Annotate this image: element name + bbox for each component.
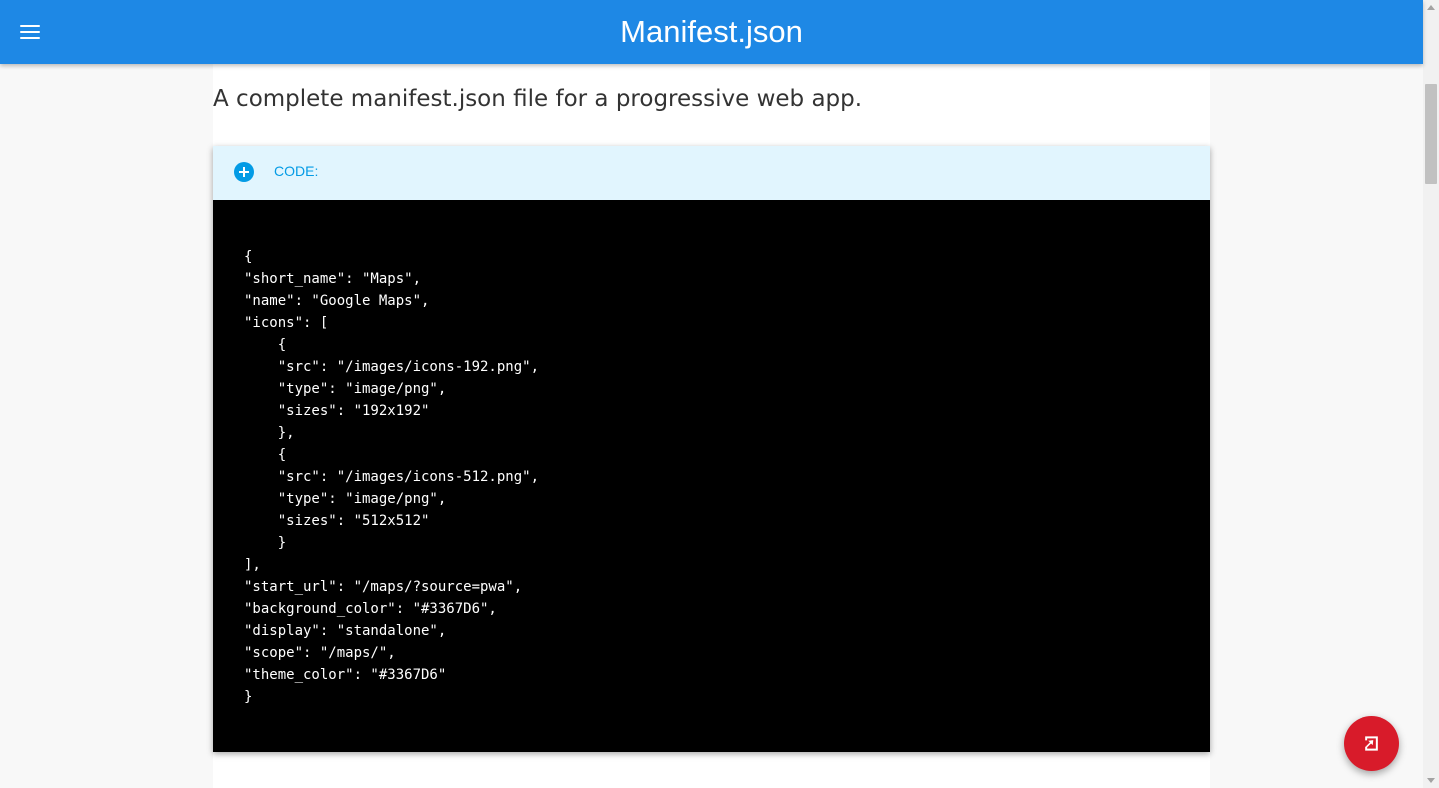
code-line: } <box>244 689 253 705</box>
code-card: CODE: { "short_name": "Maps", "name": "Goo… <box>213 146 1210 752</box>
scroll-up-arrow-icon[interactable] <box>1427 5 1435 10</box>
code-line: "scope": "/maps/", <box>244 645 396 661</box>
code-section-toggle[interactable]: CODE: <box>213 146 1210 200</box>
code-line: "icons": [ <box>244 315 329 331</box>
code-section-label: CODE: <box>274 163 319 179</box>
code-line: "background_color": "#3367D6", <box>244 601 497 617</box>
code-line: "short_name": "Maps", <box>244 271 422 287</box>
code-block: { "short_name": "Maps", "name": "Google Ma… <box>213 200 1210 752</box>
code-line: { <box>244 337 287 353</box>
code-line: "sizes": "512x512" <box>244 513 430 529</box>
code-line: "src": "/images/icons-192.png", <box>244 359 540 375</box>
scroll-down-arrow-icon[interactable] <box>1427 778 1435 783</box>
add-circle-icon[interactable] <box>234 162 254 182</box>
code-lines: { "short_name": "Maps", "name": "Google Ma… <box>244 246 539 708</box>
code-line: "src": "/images/icons-512.png", <box>244 469 540 485</box>
scroll-thumb[interactable] <box>1425 84 1437 184</box>
code-line: "display": "standalone", <box>244 623 447 639</box>
code-line: "theme_color": "#3367D6" <box>244 667 447 683</box>
code-line: { <box>244 447 287 463</box>
code-line: "type": "image/png", <box>244 381 447 397</box>
exit-fab-button[interactable] <box>1344 716 1399 771</box>
code-line: "name": "Google Maps", <box>244 293 430 309</box>
code-line: } <box>244 535 287 551</box>
code-line: }, <box>244 425 295 441</box>
page-description: A complete manifest.json file for a prog… <box>213 86 863 112</box>
code-line: ], <box>244 557 261 573</box>
exit-to-app-icon <box>1365 736 1378 751</box>
code-line: "sizes": "192x192" <box>244 403 430 419</box>
code-line: { <box>244 249 253 265</box>
app-bar: Manifest.json <box>0 0 1423 64</box>
code-line: "start_url": "/maps/?source=pwa", <box>244 579 523 595</box>
vertical-scrollbar[interactable] <box>1423 0 1439 788</box>
page-title: Manifest.json <box>620 14 803 49</box>
code-line: "type": "image/png", <box>244 491 447 507</box>
